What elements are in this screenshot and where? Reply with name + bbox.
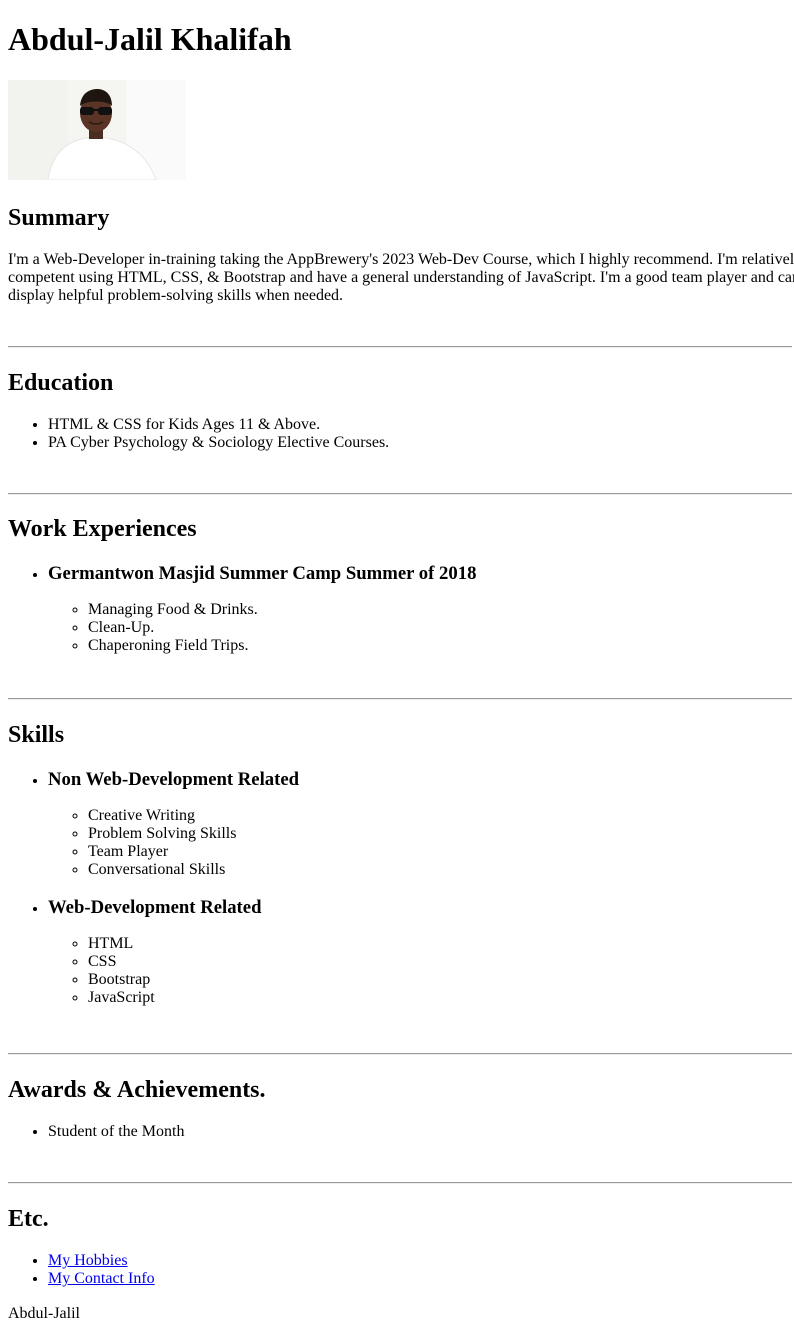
etc-link-item: My Hobbies (48, 1252, 155, 1270)
etc-link-item: My Contact Info (48, 1270, 155, 1288)
footer-signature: Abdul-Jalil (8, 1305, 80, 1322)
award-item: Student of the Month (48, 1123, 184, 1141)
work-list: Germantwon Masjid Summer Camp Summer of … (8, 563, 476, 655)
skill-items-list: Creative Writing Problem Solving Skills … (48, 807, 299, 879)
education-item: PA Cyber Psychology & Sociology Elective… (48, 434, 389, 452)
education-item: HTML & CSS for Kids Ages 11 & Above. (48, 416, 389, 434)
hobbies-link[interactable]: My Hobbies (48, 1252, 128, 1269)
job-duty: Managing Food & Drinks. (88, 601, 476, 619)
skill-item: Bootstrap (88, 971, 299, 989)
section-divider (8, 698, 792, 700)
skill-item: Conversational Skills (88, 861, 299, 879)
awards-heading: Awards & Achievements. (8, 1077, 266, 1103)
section-divider (8, 1053, 792, 1055)
skill-group-title: Web-Development Related (48, 897, 262, 918)
section-divider (8, 1182, 792, 1184)
skill-item: Creative Writing (88, 807, 299, 825)
job-duties-list: Managing Food & Drinks. Clean-Up. Chaper… (48, 601, 476, 655)
skill-item: Problem Solving Skills (88, 825, 299, 843)
job-duty: Clean-Up. (88, 619, 476, 637)
etc-heading: Etc. (8, 1206, 49, 1232)
skills-heading: Skills (8, 722, 65, 748)
work-heading: Work Experiences (8, 516, 197, 542)
skill-group: Web-Development Related HTML CSS Bootstr… (48, 897, 299, 1007)
education-heading: Education (8, 370, 114, 396)
skill-item: CSS (88, 953, 299, 971)
skills-list: Non Web-Development Related Creative Wri… (8, 769, 299, 1007)
summary-line: competent using HTML, CSS, & Bootstrap a… (8, 269, 794, 286)
section-divider (8, 493, 792, 495)
etc-links-list: My Hobbies My Contact Info (8, 1252, 155, 1288)
summary-paragraph: I'm a Web-Developer in-training taking t… (8, 251, 794, 305)
profile-photo-image (8, 80, 186, 180)
section-divider (8, 346, 792, 348)
skill-item: HTML (88, 935, 299, 953)
job-duty: Chaperoning Field Trips. (88, 637, 476, 655)
profile-photo (8, 80, 186, 180)
work-item: Germantwon Masjid Summer Camp Summer of … (48, 563, 476, 655)
page-title: Abdul-Jalil Khalifah (8, 21, 292, 57)
skill-group: Non Web-Development Related Creative Wri… (48, 769, 299, 879)
education-list: HTML & CSS for Kids Ages 11 & Above. PA … (8, 416, 389, 452)
summary-line: I'm a Web-Developer in-training taking t… (8, 251, 794, 268)
skill-item: JavaScript (88, 989, 299, 1007)
awards-list: Student of the Month (8, 1123, 184, 1141)
job-title: Germantwon Masjid Summer Camp Summer of … (48, 563, 477, 584)
summary-line: display helpful problem-solving skills w… (8, 287, 344, 304)
contact-info-link[interactable]: My Contact Info (48, 1270, 155, 1287)
skill-group-title: Non Web-Development Related (48, 769, 300, 790)
skill-item: Team Player (88, 843, 299, 861)
skill-items-list: HTML CSS Bootstrap JavaScript (48, 935, 299, 1007)
summary-heading: Summary (8, 205, 110, 231)
